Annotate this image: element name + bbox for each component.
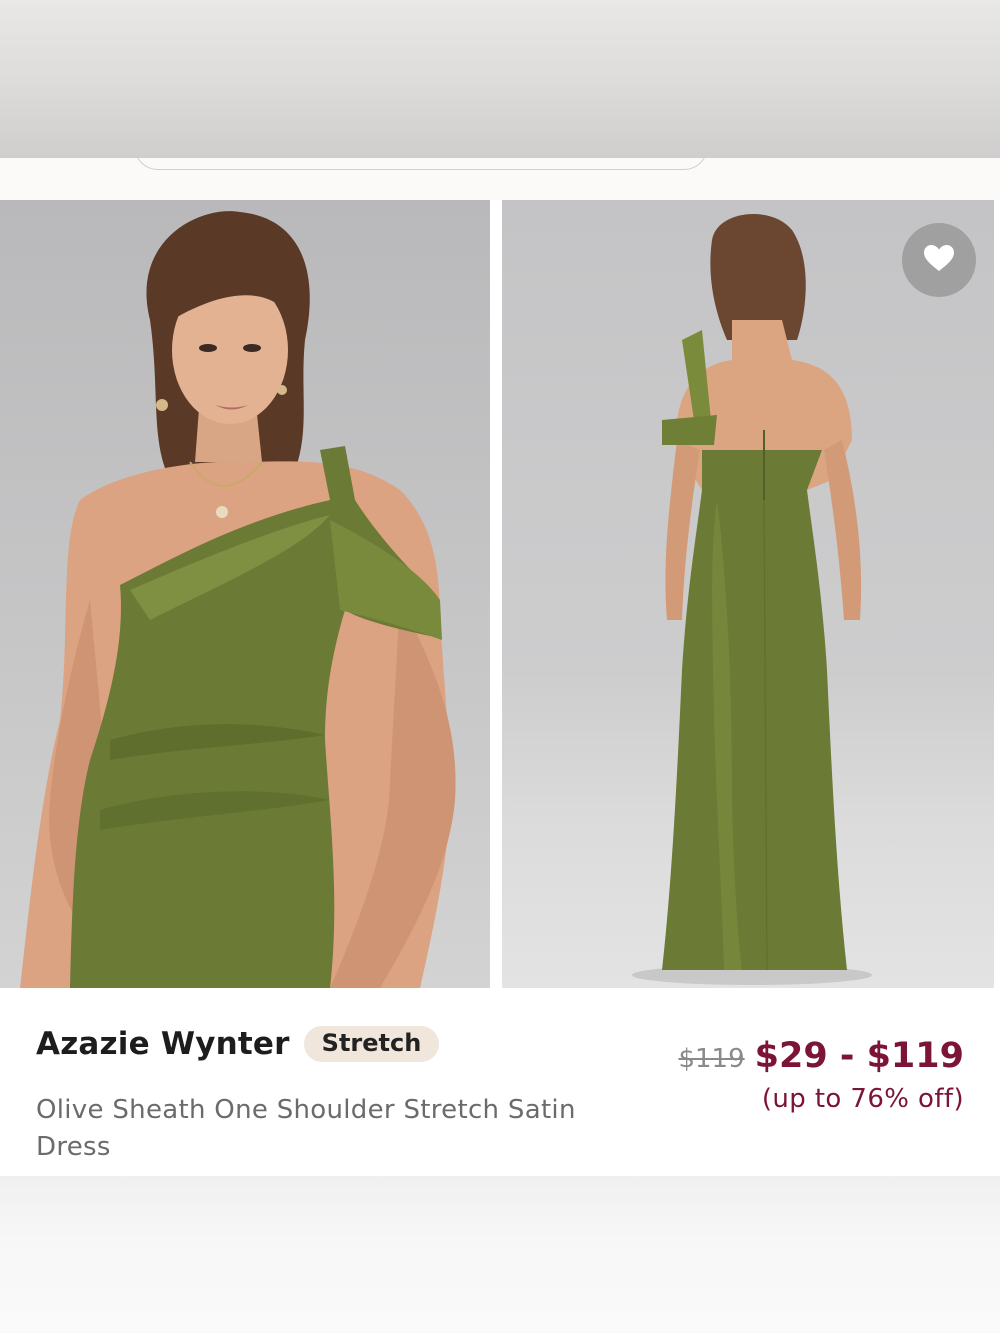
- stretch-badge: Stretch: [303, 1026, 440, 1062]
- blurred-header: [0, 0, 1000, 158]
- sale-price-range: $29 - $119: [754, 1036, 964, 1076]
- product-image-front[interactable]: [0, 200, 490, 988]
- favorite-button[interactable]: [902, 223, 976, 297]
- blurred-footer: [0, 1176, 1000, 1333]
- product-name[interactable]: Olive Sheath One Shoulder Stretch Satin …: [36, 1092, 636, 1166]
- product-info: Azazie Wynter Stretch Olive Sheath One S…: [0, 988, 1000, 1176]
- front-view-illustration: [20, 211, 456, 988]
- original-price: $119: [678, 1044, 745, 1074]
- brand-row: Azazie Wynter Stretch: [36, 1026, 440, 1062]
- discount-text: (up to 76% off): [761, 1084, 964, 1114]
- search-bar-edge[interactable]: [134, 142, 708, 170]
- heart-icon: [923, 244, 955, 276]
- brand-name[interactable]: Azazie Wynter: [36, 1026, 290, 1062]
- product-image-back[interactable]: [502, 200, 994, 988]
- price-row: $119 $29 - $119: [678, 1036, 964, 1076]
- back-view-illustration: [632, 213, 872, 985]
